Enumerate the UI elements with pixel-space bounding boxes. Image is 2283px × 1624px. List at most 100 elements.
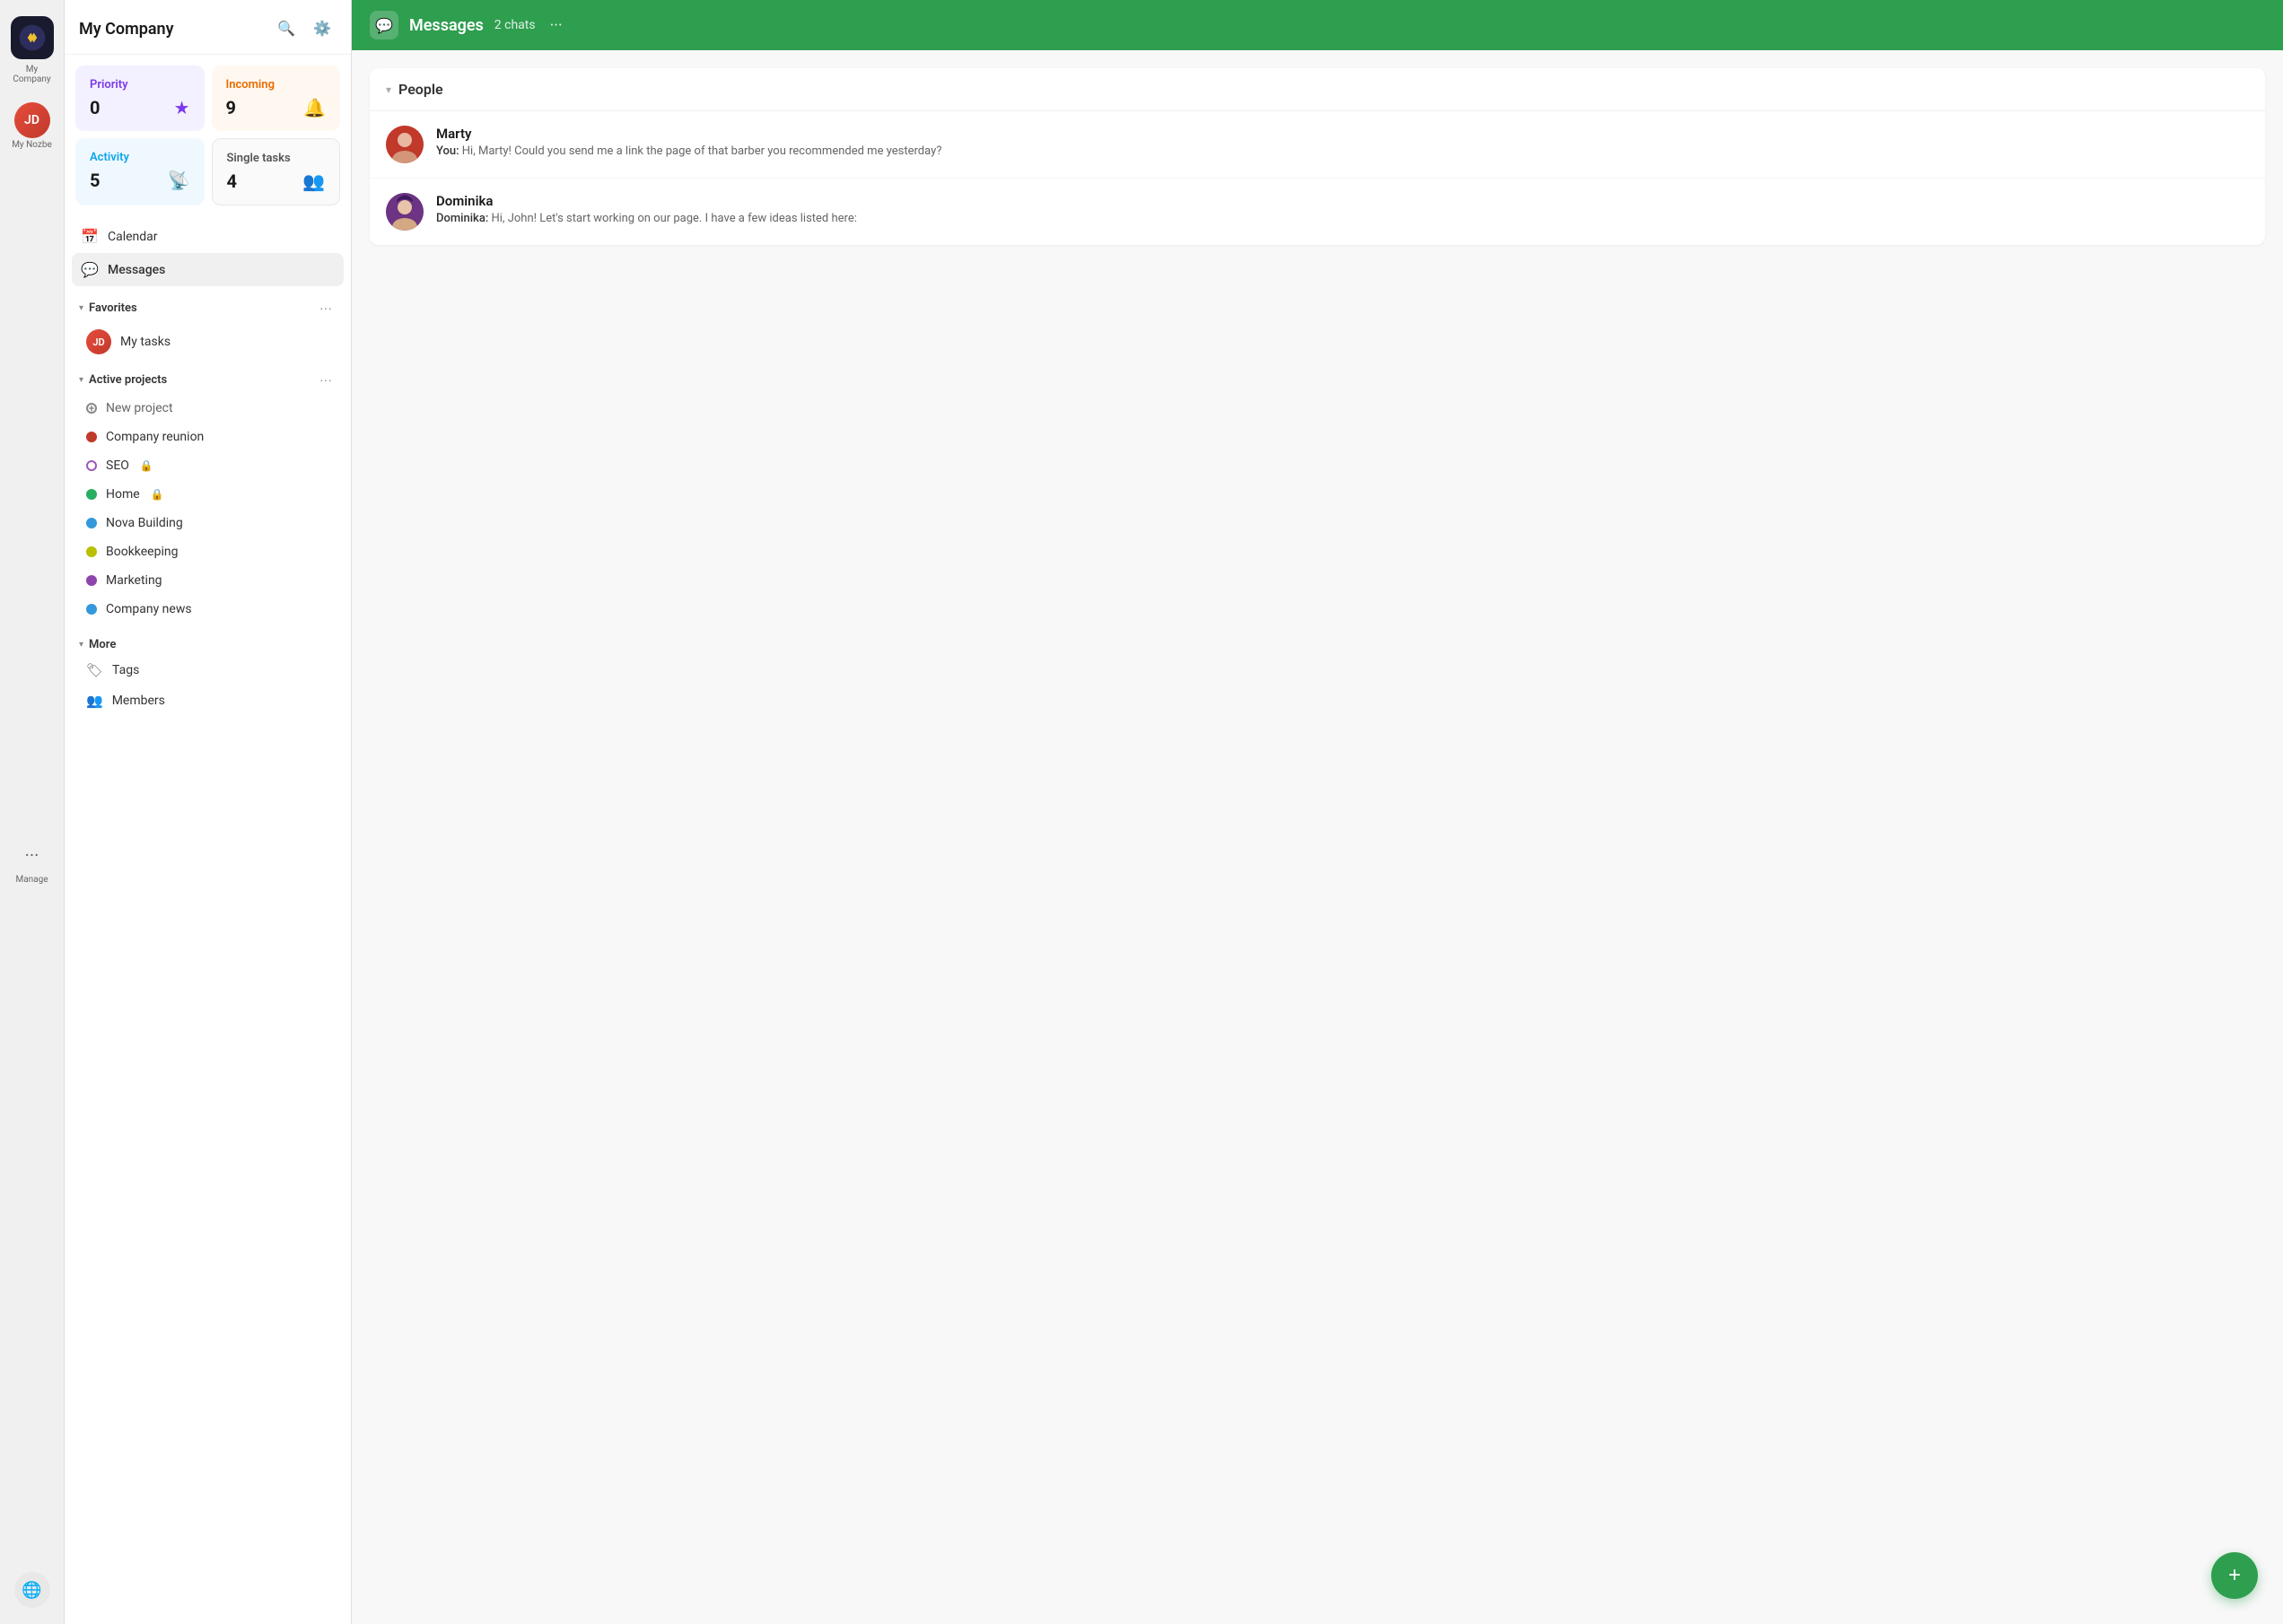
incoming-card-title: Incoming — [226, 78, 327, 92]
more-chevron-icon: ▾ — [79, 640, 83, 650]
sidebar-item-globe[interactable]: 🌐 — [5, 1567, 59, 1613]
activity-card-bottom: 5 📡 — [90, 170, 190, 191]
project-item-company-news[interactable]: Company news — [72, 595, 344, 624]
avatar-marty — [386, 126, 424, 163]
fab-button[interactable]: + — [2211, 1552, 2258, 1599]
single-tasks-card-count: 4 — [227, 170, 237, 192]
single-tasks-card[interactable]: Single tasks 4 👥 — [212, 138, 341, 205]
project-label-nova-building: Nova Building — [106, 516, 183, 530]
incoming-card-icon: 🔔 — [303, 97, 326, 118]
calendar-label: Calendar — [108, 230, 158, 244]
sidebar-item-tags[interactable]: 🏷 Tags — [72, 655, 344, 685]
new-project-item[interactable]: + New project — [72, 394, 344, 423]
preview-prefix-marty: You: — [436, 144, 459, 158]
add-icon: + — [86, 403, 97, 414]
project-item-home[interactable]: Home 🔒 — [72, 480, 344, 509]
project-label-marketing: Marketing — [106, 573, 162, 588]
priority-card[interactable]: Priority 0 ★ — [75, 65, 205, 131]
main-header: 💬 Messages 2 chats ··· — [352, 0, 2283, 50]
conversation-name-dominika: Dominika — [436, 193, 2249, 209]
icon-bar: My Company JD My Nozbe ··· Manage 🌐 — [0, 0, 65, 1624]
people-chevron-icon: ▾ — [386, 83, 391, 96]
globe-icon: 🌐 — [14, 1572, 50, 1608]
my-nozbe-label: My Nozbe — [12, 140, 52, 150]
sidebar-item-my-company[interactable]: My Company — [5, 11, 59, 90]
single-tasks-card-title: Single tasks — [227, 152, 326, 165]
new-project-label: New project — [106, 401, 173, 415]
sidebar-header: My Company 🔍 ⚙️ — [65, 0, 351, 55]
avatar-dominika — [386, 193, 424, 231]
favorites-section-header[interactable]: ▾ Favorites ··· — [65, 290, 351, 322]
single-tasks-card-bottom: 4 👥 — [227, 170, 326, 192]
favorites-more-button[interactable]: ··· — [315, 297, 337, 319]
conversation-item-dominika[interactable]: Dominika Dominika: Hi, John! Let's start… — [370, 179, 2265, 245]
project-item-marketing[interactable]: Marketing — [72, 566, 344, 595]
project-label-home: Home — [106, 487, 140, 502]
project-item-company-reunion[interactable]: Company reunion — [72, 423, 344, 451]
project-label-seo: SEO — [106, 458, 129, 473]
preview-prefix-dominika: Dominika: — [436, 212, 488, 225]
project-dot-home — [86, 489, 97, 500]
more-section-header[interactable]: ▾ More — [65, 631, 351, 655]
people-section-title: People — [398, 81, 443, 98]
project-dot-seo — [86, 460, 97, 471]
active-projects-section-header[interactable]: ▾ Active projects ··· — [65, 362, 351, 394]
search-button[interactable]: 🔍 — [272, 14, 301, 43]
header-badge: 2 chats — [494, 18, 536, 32]
sidebar-item-messages[interactable]: 💬 Messages — [72, 253, 344, 286]
header-messages-icon: 💬 — [370, 11, 398, 39]
project-label-bookkeeping: Bookkeeping — [106, 545, 178, 559]
project-dot-company-news — [86, 604, 97, 615]
active-projects-chevron-icon: ▾ — [79, 375, 83, 385]
preview-text-dominika: Hi, John! Let's start working on our pag… — [488, 212, 857, 225]
messages-label: Messages — [108, 263, 165, 277]
active-projects-more-button[interactable]: ··· — [315, 369, 337, 390]
sidebar-header-actions: 🔍 ⚙️ — [272, 14, 337, 43]
messages-icon: 💬 — [81, 261, 99, 278]
project-dot-bookkeeping — [86, 546, 97, 557]
sidebar-nav: 📅 Calendar 💬 Messages — [65, 216, 351, 290]
activity-card[interactable]: Activity 5 📡 — [75, 138, 205, 205]
priority-card-title: Priority — [90, 78, 190, 92]
my-tasks-label: My tasks — [120, 335, 171, 349]
members-icon: 👥 — [86, 693, 103, 709]
sidebar-item-members[interactable]: 👥 Members — [72, 685, 344, 716]
sidebar-scroll: ▾ Favorites ··· JD My tasks ▾ Active pro… — [65, 290, 351, 1624]
conversation-content-dominika: Dominika Dominika: Hi, John! Let's start… — [436, 193, 2249, 225]
stats-grid: Priority 0 ★ Incoming 9 🔔 Activity 5 📡 S… — [65, 55, 351, 216]
conversation-content-marty: Marty You: Hi, Marty! Could you send me … — [436, 126, 2249, 158]
header-title: Messages — [409, 16, 484, 35]
settings-button[interactable]: ⚙️ — [308, 14, 337, 43]
conversation-name-marty: Marty — [436, 126, 2249, 142]
project-item-seo[interactable]: SEO 🔒 — [72, 451, 344, 480]
conversation-preview-dominika: Dominika: Hi, John! Let's start working … — [436, 212, 2249, 225]
sidebar-item-nozbe[interactable]: JD My Nozbe — [5, 97, 59, 155]
incoming-card[interactable]: Incoming 9 🔔 — [212, 65, 341, 131]
active-projects-section-title: Active projects — [89, 373, 310, 387]
conversation-preview-marty: You: Hi, Marty! Could you send me a link… — [436, 144, 2249, 158]
favorites-section-title: Favorites — [89, 301, 310, 315]
project-item-bookkeeping[interactable]: Bookkeeping — [72, 537, 344, 566]
sidebar-item-my-tasks[interactable]: JD My tasks — [72, 322, 344, 362]
seo-private-icon: 🔒 — [140, 459, 153, 472]
manage-label: Manage — [15, 875, 48, 885]
activity-card-title: Activity — [90, 151, 190, 164]
priority-card-icon: ★ — [174, 97, 190, 118]
conversation-item-marty[interactable]: Marty You: Hi, Marty! Could you send me … — [370, 111, 2265, 179]
sidebar-item-calendar[interactable]: 📅 Calendar — [72, 220, 344, 253]
more-section-title: More — [89, 638, 337, 651]
tags-label: Tags — [112, 663, 139, 677]
members-label: Members — [112, 694, 165, 708]
sidebar: My Company 🔍 ⚙️ Priority 0 ★ Incoming 9 … — [65, 0, 352, 1624]
single-tasks-card-icon: 👥 — [302, 170, 325, 192]
sidebar-item-manage[interactable]: ··· Manage — [5, 832, 59, 890]
people-section: ▾ People Marty You: Hi, Marty! Could you… — [370, 68, 2265, 245]
project-item-nova-building[interactable]: Nova Building — [72, 509, 344, 537]
app-logo[interactable] — [11, 16, 54, 59]
manage-icon: ··· — [14, 837, 50, 873]
home-lock-icon: 🔒 — [151, 488, 164, 501]
people-section-header[interactable]: ▾ People — [370, 68, 2265, 111]
header-more-button[interactable]: ··· — [550, 16, 563, 35]
activity-card-count: 5 — [90, 170, 100, 191]
incoming-card-count: 9 — [226, 97, 236, 118]
